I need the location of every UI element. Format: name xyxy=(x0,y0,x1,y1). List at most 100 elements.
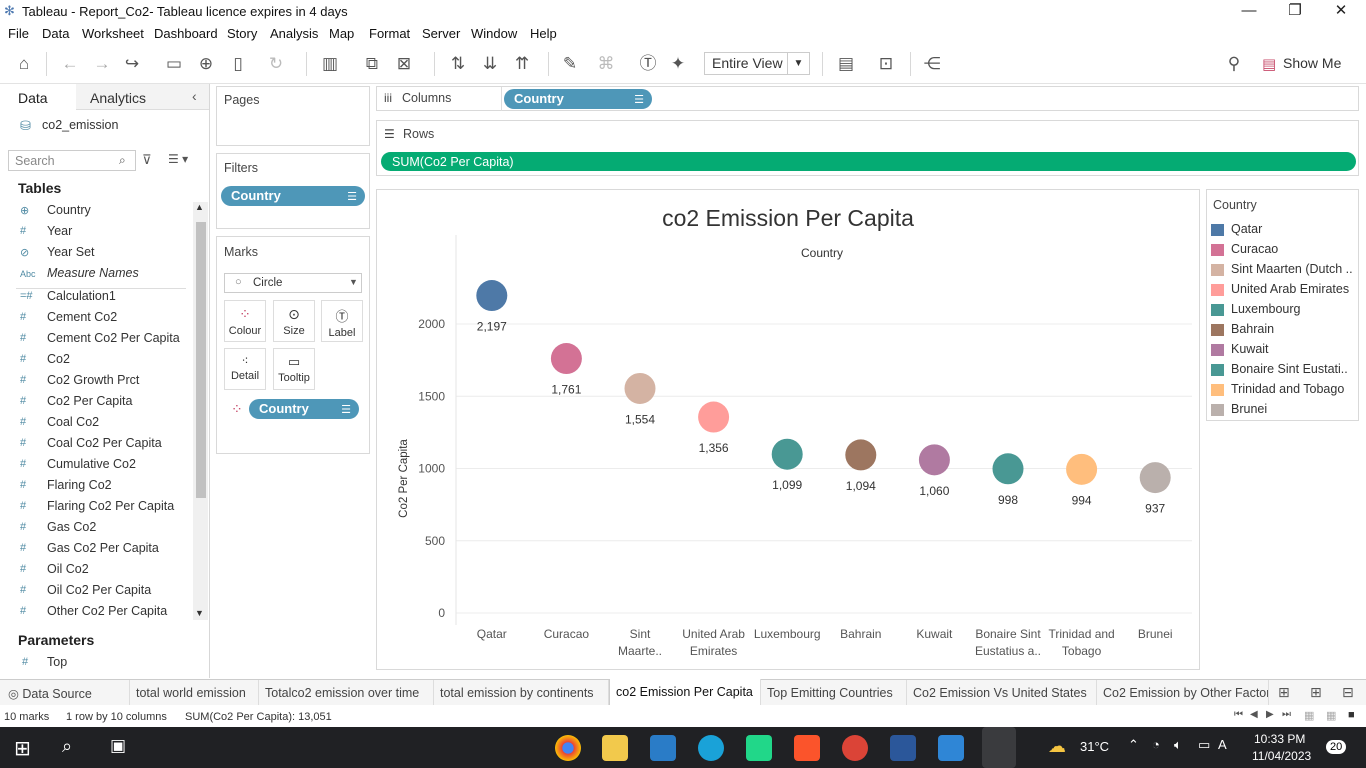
close-button[interactable]: ✕ xyxy=(1318,0,1364,24)
first-sheet-icon[interactable]: ⏮ xyxy=(1234,709,1243,720)
detail-button[interactable]: ⁖ Detail xyxy=(224,348,266,390)
menu-story[interactable]: Story xyxy=(227,26,257,41)
volume-icon[interactable]: 🔈︎ xyxy=(1174,737,1182,753)
clock-time[interactable]: 10:33 PM xyxy=(1254,732,1305,746)
menu-analysis[interactable]: Analysis xyxy=(270,26,318,41)
task-view-icon[interactable]: ▣ xyxy=(110,736,126,756)
chrome-profile-icon[interactable] xyxy=(842,735,868,761)
columns-pill-country[interactable]: Country ☰ xyxy=(504,89,652,109)
show-me-button[interactable]: Show Me xyxy=(1283,55,1341,71)
show-sheets-icon[interactable]: ▦ xyxy=(1304,709,1314,722)
tableau-taskbar-icon[interactable] xyxy=(982,727,1016,768)
field-item[interactable]: # Oil Co2 Per Capita xyxy=(0,582,188,602)
menu-data[interactable]: Data xyxy=(42,26,69,41)
pycharm-icon[interactable] xyxy=(746,735,772,761)
field-item[interactable]: # Other Co2 Per Capita xyxy=(0,603,188,623)
menu-dashboard[interactable]: Dashboard xyxy=(154,26,218,41)
vscode-icon[interactable] xyxy=(650,735,676,761)
legend-item[interactable]: United Arab Emirates xyxy=(1209,280,1357,300)
menu-help[interactable]: Help xyxy=(530,26,557,41)
sort-descending-icon[interactable]: ⇈ xyxy=(510,52,534,76)
sort-ascending-icon[interactable]: ⇊ xyxy=(478,52,502,76)
word-icon[interactable] xyxy=(890,735,916,761)
battery-icon[interactable]: ▭ xyxy=(1198,737,1210,753)
color-pill-country[interactable]: Country ☰ xyxy=(249,399,359,419)
field-item[interactable]: # Co2 xyxy=(0,351,188,371)
colour-button[interactable]: ⁘ Colour xyxy=(224,300,266,342)
legend-item[interactable]: Curacao xyxy=(1209,240,1357,260)
home-icon[interactable]: ⌂ xyxy=(12,52,36,76)
brave-icon[interactable] xyxy=(794,735,820,761)
collapse-icon[interactable]: ‹ xyxy=(192,88,197,104)
clear-sheet-icon[interactable]: ⊠ xyxy=(392,52,416,76)
legend-item[interactable]: Brunei xyxy=(1209,400,1357,420)
menu-map[interactable]: Map xyxy=(329,26,354,41)
tab-top-emitting-countries[interactable]: Top Emitting Countries xyxy=(761,680,907,706)
redo-icon[interactable]: → xyxy=(90,52,114,76)
filters-card[interactable]: Filters Country ☰ xyxy=(216,153,370,229)
field-item[interactable]: ⊘ Year Set xyxy=(0,244,188,264)
highlight-icon[interactable]: ✎ xyxy=(558,52,582,76)
field-item[interactable]: # Cement Co2 Per Capita xyxy=(0,330,188,350)
save-icon[interactable]: ▭ xyxy=(162,52,186,76)
field-item[interactable]: # Co2 Growth Prct xyxy=(0,372,188,392)
rows-shelf[interactable]: ☰ Rows SUM(Co2 Per Capita) xyxy=(376,120,1359,176)
tab-co2-emission-vs-united-states[interactable]: Co2 Emission Vs United States xyxy=(907,680,1097,706)
edge-icon[interactable] xyxy=(698,735,724,761)
scrollbar[interactable]: ▲ ▼ xyxy=(193,202,208,620)
last-sheet-icon[interactable]: ⏭ xyxy=(1282,709,1291,720)
field-item[interactable]: ⊕ Country xyxy=(0,202,188,222)
rows-pill-measure[interactable]: SUM(Co2 Per Capita) xyxy=(381,152,1356,171)
field-item[interactable]: # Cement Co2 xyxy=(0,309,188,329)
labels-icon[interactable]: Ⓣ xyxy=(636,52,660,76)
view-options-icon[interactable]: ☰ ▾ xyxy=(168,152,188,166)
group-icon[interactable]: ⌘ xyxy=(594,52,618,76)
clock-date[interactable]: 11/04/2023 xyxy=(1252,749,1311,763)
parameter-top[interactable]: Top xyxy=(47,655,67,669)
undo-icon[interactable]: ← xyxy=(58,52,82,76)
tab-co2-emission-per-capita[interactable]: co2 Emission Per Capita xyxy=(609,679,761,706)
field-item[interactable]: # Year xyxy=(0,223,188,243)
new-story-icon[interactable]: ⊟ xyxy=(1342,684,1354,701)
field-item[interactable]: =# Calculation1 xyxy=(0,288,188,308)
new-dashboard-icon[interactable]: ⊞ xyxy=(1310,684,1322,701)
new-worksheet-icon[interactable]: ⊞ xyxy=(1278,684,1290,701)
search-input[interactable]: Search ⌕ xyxy=(8,150,136,171)
tab-total-emission-by-continents[interactable]: total emission by continents xyxy=(434,680,609,706)
replay-icon[interactable]: ↪ xyxy=(120,52,144,76)
scroll-down-icon[interactable]: ▼ xyxy=(195,608,204,618)
pause-updates-icon[interactable]: ▯ xyxy=(226,52,250,76)
tab-totalco2-emission-over-time[interactable]: Totalco2 emission over time xyxy=(259,680,434,706)
legend-item[interactable]: Bonaire Sint Eustati.. xyxy=(1209,360,1357,380)
tab-co2-emission-by-other-factor[interactable]: Co2 Emission by Other Factor xyxy=(1097,680,1269,706)
field-item[interactable]: # Gas Co2 Per Capita xyxy=(0,540,188,560)
search-icon[interactable]: ⌕ xyxy=(62,736,72,757)
cards-icon[interactable]: ▤ xyxy=(834,52,858,76)
menu-worksheet[interactable]: Worksheet xyxy=(82,26,144,41)
prev-sheet-icon[interactable]: ◀ xyxy=(1250,709,1258,720)
duplicate-icon[interactable]: ⧉ xyxy=(360,52,384,76)
filter-icon[interactable]: ⊽ xyxy=(142,152,152,168)
network-icon[interactable]: ◔ xyxy=(1152,737,1160,752)
chevron-up-icon[interactable]: ⌃ xyxy=(1128,737,1139,753)
field-item[interactable]: # Coal Co2 xyxy=(0,414,188,434)
format-painter-icon[interactable]: ⚲ xyxy=(1222,52,1246,76)
tab-data[interactable]: Data xyxy=(0,84,76,110)
pages-card[interactable]: Pages xyxy=(216,86,370,146)
swap-icon[interactable]: ⇅ xyxy=(446,52,470,76)
chrome-icon[interactable] xyxy=(555,735,581,761)
presentation-icon[interactable]: ⊡ xyxy=(874,52,898,76)
field-item[interactable]: # Flaring Co2 Per Capita xyxy=(0,498,188,518)
photos-icon[interactable] xyxy=(938,735,964,761)
next-sheet-icon[interactable]: ▶ xyxy=(1266,709,1274,720)
tab-data-source[interactable]: ◎ Data Source xyxy=(0,680,130,706)
legend-item[interactable]: Luxembourg xyxy=(1209,300,1357,320)
pin-icon[interactable]: ✦ xyxy=(666,52,690,76)
legend-item[interactable]: Trinidad and Tobago xyxy=(1209,380,1357,400)
notification-badge[interactable]: 20 xyxy=(1326,740,1347,754)
refresh-icon[interactable]: ↻ xyxy=(264,52,288,76)
menu-format[interactable]: Format xyxy=(369,26,410,41)
mark-type-dropdown[interactable]: ○ Circle ▼ xyxy=(224,273,362,293)
field-item[interactable]: # Oil Co2 xyxy=(0,561,188,581)
menu-window[interactable]: Window xyxy=(471,26,517,41)
